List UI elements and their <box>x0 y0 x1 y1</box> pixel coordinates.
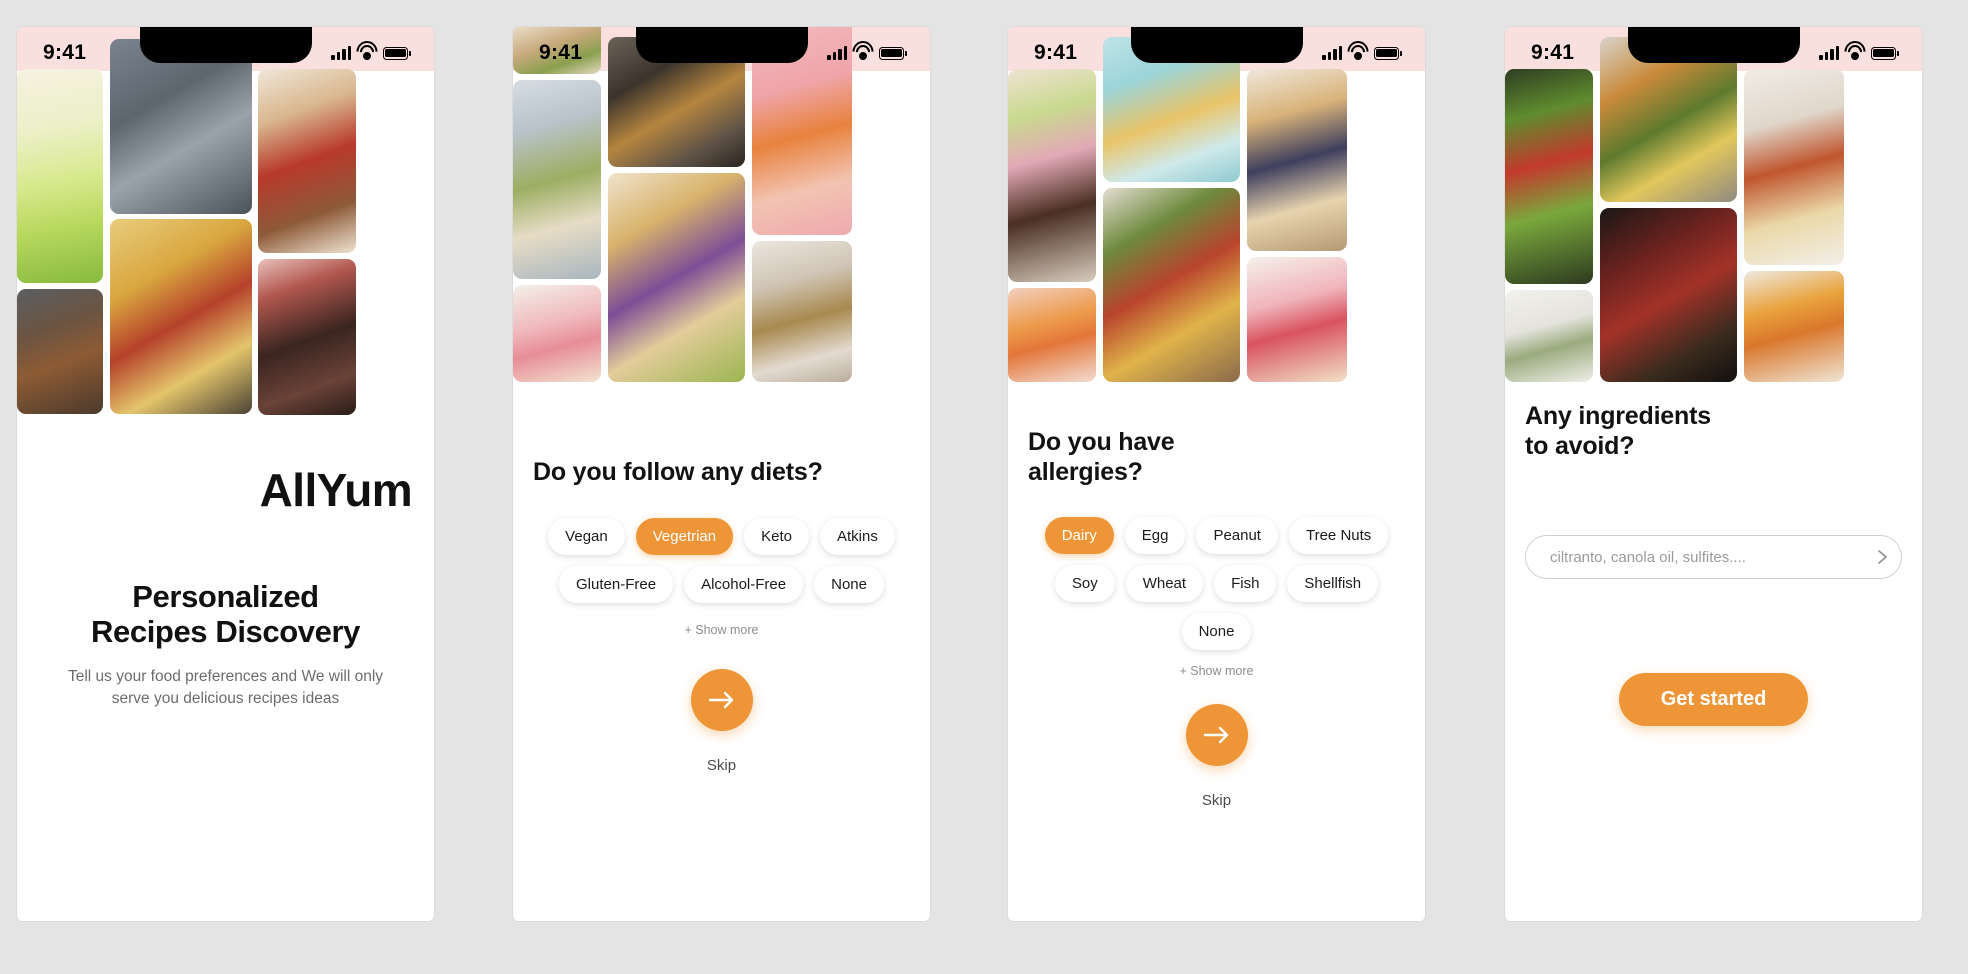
photo-collage-avoid <box>1505 27 1922 382</box>
allergy-chip-egg[interactable]: Egg <box>1124 517 1186 554</box>
arrow-right-icon <box>708 691 733 708</box>
collage-tile-macarons-coffee <box>1008 69 1096 282</box>
welcome-headline-line-2: Recipes Discovery <box>91 614 360 650</box>
device-notch <box>635 27 808 63</box>
photo-collage-welcome <box>17 27 434 425</box>
diet-chip-gluten-free[interactable]: Gluten-Free <box>559 565 674 603</box>
collage-tile-tacos <box>608 173 745 382</box>
allergies-skip-link[interactable]: Skip <box>1028 792 1405 809</box>
allergy-chip-shellfish[interactable]: Shellfish <box>1287 565 1379 602</box>
collage-tile-pasta <box>110 219 252 414</box>
diets-skip-link[interactable]: Skip <box>533 757 910 774</box>
allergies-title-line-1: Do you have <box>1028 428 1175 456</box>
collage-tile-strawberry-cupcake <box>1247 257 1347 382</box>
allergy-chip-tree-nuts[interactable]: Tree Nuts <box>1288 517 1389 554</box>
photo-collage-allergies <box>1008 27 1425 382</box>
avoid-ingredients-input[interactable] <box>1548 547 1873 567</box>
collage-tile-ricebowls <box>110 39 252 214</box>
allergy-chip-none[interactable]: None <box>1181 613 1252 650</box>
allergy-chip-soy[interactable]: Soy <box>1054 565 1115 602</box>
collage-tile-mojito <box>17 69 103 283</box>
phone-screen-avoid: 9:41 Any ingredients to avoid? ciltranto… <box>1505 27 1922 921</box>
diet-chip-none[interactable]: None <box>814 565 884 603</box>
avoid-ingredients-search[interactable] <box>1525 535 1902 579</box>
collage-tile-bruschetta <box>258 69 356 253</box>
diets-show-more-link[interactable]: + Show more <box>533 623 910 637</box>
allergies-question-title: Do you have allergies? <box>1028 428 1405 487</box>
device-notch <box>139 27 312 63</box>
avoid-content: Any ingredients to avoid? Get started <box>1505 382 1922 921</box>
allergies-chip-group: Dairy Egg Peanut Tree Nuts Soy Wheat Fis… <box>1028 517 1405 650</box>
collage-tile-wraps <box>513 27 601 74</box>
collage-tile-vegetables <box>1505 69 1593 284</box>
collage-tile-beef-stirfry <box>17 289 103 414</box>
allergies-next-button[interactable] <box>1185 704 1248 766</box>
allergies-content: Do you have allergies? Dairy Egg Peanut … <box>1008 382 1425 921</box>
diets-next-wrap <box>533 668 910 731</box>
device-notch <box>1130 27 1303 63</box>
chevron-right-icon[interactable] <box>1873 548 1891 566</box>
photo-collage-diets <box>513 27 930 382</box>
collage-tile-herb-sprig <box>1505 290 1593 382</box>
device-notch <box>1627 27 1800 63</box>
allergy-chip-fish[interactable]: Fish <box>1214 565 1277 602</box>
diets-chip-group: Vegan Vegetrian Keto Atkins Gluten-Free … <box>533 517 910 603</box>
allergy-chip-wheat[interactable]: Wheat <box>1125 565 1204 602</box>
allergies-show-more-link[interactable]: + Show more <box>1028 664 1405 678</box>
diet-chip-vegan[interactable]: Vegan <box>548 517 625 555</box>
collage-tile-sandwich-stack <box>513 80 601 279</box>
get-started-button[interactable]: Get started <box>1618 673 1809 726</box>
phone-screen-welcome: 9:41 AllYum Personalized Recipes Discove… <box>17 27 434 921</box>
allergies-title-line-2: allergies? <box>1028 457 1143 486</box>
allergy-chip-dairy[interactable]: Dairy <box>1044 517 1114 554</box>
collage-tile-spices-bowls <box>1744 69 1844 265</box>
diet-chip-alcohol-free[interactable]: Alcohol-Free <box>684 565 804 603</box>
allergy-chip-peanut[interactable]: Peanut <box>1196 517 1278 554</box>
allergies-next-wrap <box>1028 704 1405 766</box>
diet-chip-atkins[interactable]: Atkins <box>819 517 895 555</box>
collage-tile-pancakes <box>1247 69 1347 251</box>
collage-tile-raw-steak <box>1600 208 1737 382</box>
collage-tile-orange-cocktails <box>1008 288 1096 382</box>
diet-chip-vegetrian[interactable]: Vegetrian <box>635 517 734 555</box>
avoid-question-title: Any ingredients to avoid? <box>1525 402 1902 461</box>
screens-board: 9:41 AllYum Personalized Recipes Discove… <box>0 0 1968 974</box>
diets-content: Do you follow any diets? Vegan Vegetrian… <box>513 382 930 921</box>
collage-tile-chocolate-cake <box>258 259 356 415</box>
welcome-content: AllYum Personalized Recipes Discovery Te… <box>17 425 434 921</box>
phone-screen-allergies: 9:41 Do you have allergies? Dairy Egg Pe… <box>1008 27 1425 921</box>
collage-tile-pink-cupcake <box>513 285 601 382</box>
diets-next-button[interactable] <box>690 668 753 731</box>
avoid-title-line-1: Any ingredients <box>1525 402 1711 430</box>
welcome-headline-line-1: Personalized <box>132 579 319 614</box>
collage-tile-kumquats <box>1744 271 1844 382</box>
welcome-headline: Personalized Recipes Discovery <box>17 579 434 650</box>
welcome-subtitle: Tell us your food preferences and We wil… <box>67 667 384 707</box>
collage-tile-appetizer-plate <box>752 241 852 382</box>
avoid-title-line-2: to avoid? <box>1525 431 1635 460</box>
app-brand-title: AllYum <box>259 464 413 516</box>
collage-tile-bibimbap <box>1103 188 1240 382</box>
diet-chip-keto[interactable]: Keto <box>744 517 809 555</box>
arrow-right-icon <box>1203 726 1228 744</box>
diets-question-title: Do you follow any diets? <box>533 458 823 486</box>
phone-screen-diets: 9:41 Do you follow any diets? Vegan Vege… <box>513 27 930 921</box>
